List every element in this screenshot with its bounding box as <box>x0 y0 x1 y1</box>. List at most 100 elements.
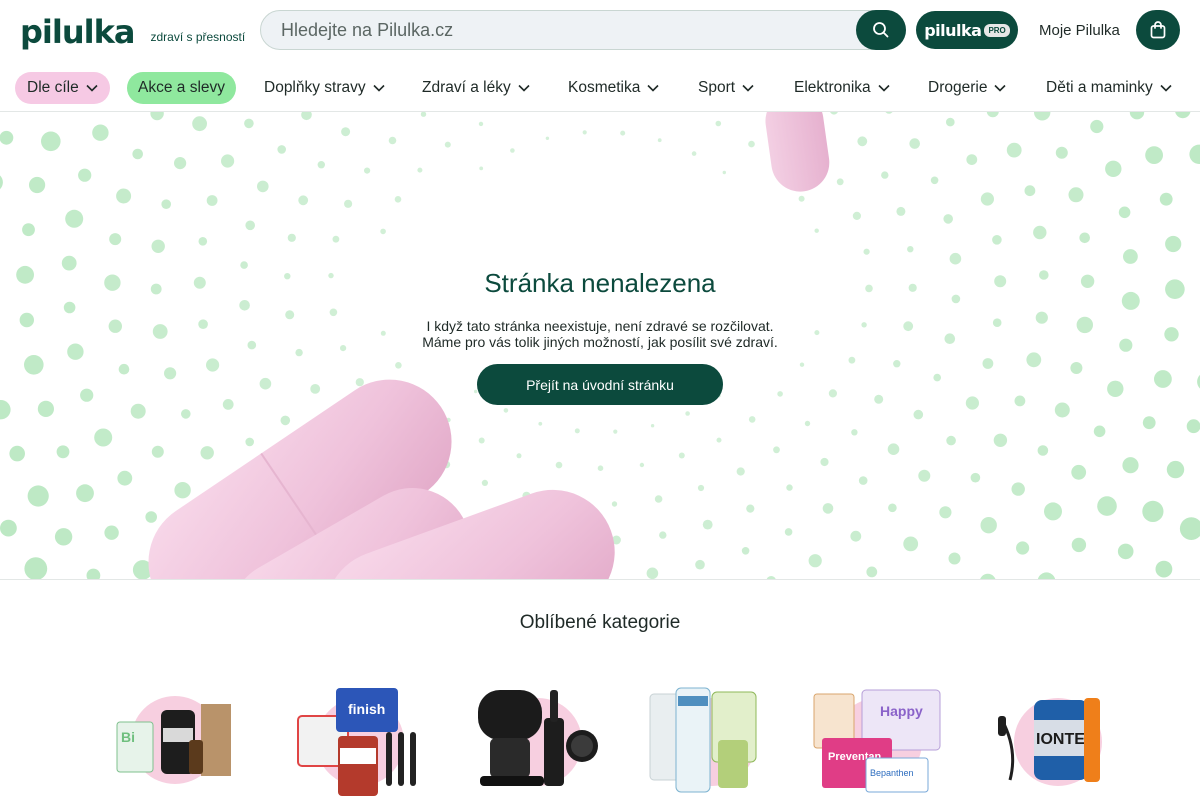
nav-item-deti-a-maminky[interactable]: Děti a maminky <box>1046 72 1172 104</box>
decorative-dot <box>980 573 996 579</box>
decorative-dot <box>132 148 143 160</box>
logo-tagline: zdraví s přesností <box>150 30 246 44</box>
decorative-dot <box>1175 112 1191 119</box>
decorative-dot <box>946 435 956 446</box>
search-button[interactable] <box>856 10 906 50</box>
decorative-dot <box>1097 496 1117 516</box>
decorative-dot <box>943 214 953 224</box>
svg-text:Bepanthen: Bepanthen <box>870 768 914 778</box>
decorative-dot <box>364 167 371 174</box>
category-tile-dental[interactable]: finish <box>290 680 430 800</box>
decorative-dot <box>836 178 844 186</box>
nav-item-elektronika[interactable]: Elektronika <box>794 72 890 104</box>
decorative-dot <box>1054 402 1070 418</box>
decorative-dot <box>851 429 858 436</box>
decorative-dot <box>1093 425 1106 438</box>
svg-text:finish: finish <box>348 701 385 717</box>
decorative-dot <box>820 457 829 467</box>
nav-item-doplnky-stravy[interactable]: Doplňky stravy <box>264 72 385 104</box>
decorative-dot <box>245 437 254 447</box>
decorative-dot <box>63 301 76 314</box>
category-tile-sport[interactable]: IONTEX <box>988 680 1128 800</box>
supplements-product-image: Bi <box>116 696 231 784</box>
capsule-illustration <box>765 112 830 192</box>
decorative-dot <box>639 462 645 468</box>
decorative-dot <box>301 112 312 121</box>
nav-item-dle-cile[interactable]: Dle cíle <box>15 72 110 104</box>
nav-item-zdravi-a-leky[interactable]: Zdraví a léky <box>422 72 530 104</box>
decorative-dot <box>1142 500 1164 522</box>
chevron-down-icon <box>373 84 385 92</box>
decorative-dot <box>221 154 235 168</box>
decorative-dot <box>946 117 955 127</box>
decorative-dot <box>200 446 214 460</box>
decorative-dot <box>298 195 309 206</box>
decorative-dot <box>896 206 906 216</box>
decorative-dot <box>893 360 901 368</box>
category-tile-electronics[interactable] <box>468 680 608 800</box>
decorative-dot <box>907 246 914 253</box>
search-input[interactable] <box>261 11 841 49</box>
decorative-dot <box>257 180 269 193</box>
logo[interactable]: pilulka zdraví s přesností <box>20 10 245 50</box>
decorative-dot <box>1037 572 1056 579</box>
decorative-dot <box>479 166 484 171</box>
category-tile-kids[interactable]: Happy Preventan Bepanthen <box>808 680 948 800</box>
nav-item-drogerie[interactable]: Drogerie <box>928 72 1007 104</box>
nav-item-akce-a-slevy[interactable]: Akce a slevy <box>127 72 237 104</box>
decorative-dot <box>1044 502 1062 521</box>
decorative-dot <box>28 176 46 194</box>
decorative-dot <box>939 506 952 519</box>
account-link[interactable]: Moje Pilulka <box>1039 22 1120 39</box>
decorative-dot <box>646 567 659 579</box>
decorative-dot <box>478 121 484 127</box>
decorative-dot <box>164 367 177 380</box>
decorative-dot <box>332 235 340 243</box>
sport-product-image: IONTEX <box>998 698 1102 786</box>
chevron-down-icon <box>1160 84 1172 92</box>
nav-item-label: Sport <box>698 79 736 96</box>
nav-item-label: Zdraví a léky <box>422 79 511 96</box>
shopping-bag-icon <box>1150 21 1166 39</box>
decorative-dot <box>1166 460 1185 479</box>
decorative-dot <box>948 552 961 565</box>
decorative-dot <box>355 378 364 387</box>
decorative-dot <box>130 403 146 419</box>
nav-item-label: Děti a maminky <box>1046 79 1153 96</box>
decorative-dot <box>913 409 924 420</box>
decorative-dot <box>685 411 690 416</box>
decorative-dot <box>741 547 750 555</box>
decorative-dot <box>866 566 878 578</box>
decorative-dot <box>830 112 838 115</box>
nav-item-kosmetika[interactable]: Kosmetika <box>568 72 659 104</box>
decorative-dot <box>329 308 338 317</box>
nav-item-sport[interactable]: Sport <box>698 72 754 104</box>
pilulka-pro-button[interactable]: pilulka PRO <box>916 11 1018 49</box>
decorative-dot <box>1011 482 1025 496</box>
decorative-dot <box>715 120 722 127</box>
decorative-dot <box>444 141 451 148</box>
decorative-dot <box>9 445 25 462</box>
decorative-dot <box>0 130 14 145</box>
svg-text:Bi: Bi <box>121 729 135 745</box>
decorative-dot <box>1123 249 1138 264</box>
decorative-dot <box>317 161 325 169</box>
kids-product-image: Happy Preventan Bepanthen <box>813 689 941 793</box>
decorative-dot <box>344 199 353 208</box>
category-tile-cosmetics[interactable] <box>642 680 782 800</box>
decorative-dot <box>888 503 897 513</box>
homepage-button[interactable]: Přejít na úvodní stránku <box>477 364 723 405</box>
chevron-down-icon <box>518 84 530 92</box>
category-tile-supplements[interactable]: Bi <box>105 680 245 800</box>
decorative-dot <box>503 408 509 413</box>
decorative-dot <box>887 443 900 456</box>
cart-button[interactable] <box>1136 10 1180 50</box>
decorative-dot <box>1079 232 1090 244</box>
decorative-dot <box>949 252 962 265</box>
decorative-dot <box>394 196 402 203</box>
svg-text:Happy: Happy <box>880 703 923 719</box>
decorative-dot <box>0 175 3 190</box>
decorative-dot <box>1026 352 1042 368</box>
hero-description-line: I když tato stránka neexistuje, není zdr… <box>426 318 774 334</box>
decorative-dot <box>86 568 101 579</box>
